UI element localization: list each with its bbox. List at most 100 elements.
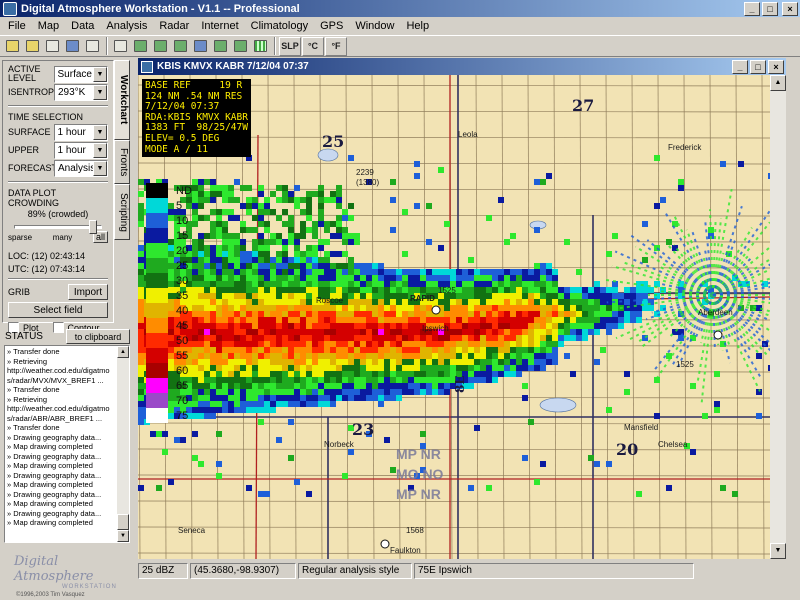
radar-pixel	[336, 323, 342, 329]
radar-pixel	[426, 383, 432, 389]
active-level-select[interactable]: Surface ▼	[53, 65, 108, 83]
copy-icon[interactable]	[83, 37, 102, 56]
radar-pixel	[366, 305, 372, 311]
tab-scripting[interactable]: Scripting	[114, 184, 130, 240]
radar-pixel	[222, 293, 228, 299]
tab-workchart[interactable]: Workchart	[114, 60, 130, 140]
radar-pixel	[594, 317, 600, 323]
status-scrollbar[interactable]: ▲ ▼	[117, 346, 129, 542]
close-button[interactable]: ×	[782, 1, 798, 16]
print-icon[interactable]	[43, 37, 62, 56]
radar-pixel	[276, 377, 282, 383]
radar-pixel	[486, 341, 492, 347]
new-icon[interactable]	[111, 37, 130, 56]
radar-pixel	[204, 305, 210, 311]
radar-pixel	[210, 335, 216, 341]
radar-pixel	[294, 383, 300, 389]
menu-internet[interactable]: Internet	[195, 20, 244, 32]
forecast-select[interactable]: Analysis ▼	[54, 159, 108, 177]
radar-pixel	[624, 317, 630, 323]
tab-fronts[interactable]: Fronts	[114, 140, 130, 184]
scroll-up-icon[interactable]: ▲	[770, 75, 786, 91]
menu-data[interactable]: Data	[65, 20, 100, 32]
scroll-down-icon[interactable]: ▼	[117, 530, 129, 542]
menu-analysis[interactable]: Analysis	[100, 20, 153, 32]
chevron-down-icon[interactable]: ▼	[93, 124, 107, 140]
radar-pixel	[306, 209, 312, 215]
grid-icon[interactable]	[251, 37, 270, 56]
radar-map[interactable]: 27 25 23 20 8E Leola Frederick Roscoe Ip…	[138, 75, 770, 559]
chevron-down-icon[interactable]: ▼	[93, 66, 107, 82]
menu-map[interactable]: Map	[32, 20, 65, 32]
open-icon[interactable]	[3, 37, 22, 56]
radar-pixel	[240, 203, 246, 209]
radar-pixel	[342, 329, 348, 335]
map-maximize-button[interactable]: □	[750, 59, 766, 74]
radar-pixel	[252, 257, 258, 263]
chevron-down-icon[interactable]: ▼	[93, 160, 107, 176]
celsius-button[interactable]: °C	[302, 36, 324, 56]
radar-pixel	[276, 401, 282, 407]
globe-icon[interactable]	[191, 37, 210, 56]
radar-pixel	[270, 383, 276, 389]
scroll-up-icon[interactable]: ▲	[117, 346, 129, 358]
chevron-down-icon[interactable]: ▼	[93, 84, 107, 100]
radar-pixel	[414, 317, 420, 323]
radar-pixel	[348, 377, 354, 383]
import-button[interactable]: Import	[68, 284, 108, 300]
radar-pixel	[528, 281, 534, 287]
radar-pixel	[402, 251, 408, 257]
map-scrollbar[interactable]: ▲ ▼	[770, 75, 786, 559]
menu-climatology[interactable]: Climatology	[245, 20, 314, 32]
menu-help[interactable]: Help	[400, 20, 435, 32]
radar-pixel	[348, 305, 354, 311]
crowding-slider-thumb[interactable]	[89, 220, 97, 234]
crowding-slider[interactable]	[14, 220, 102, 234]
scroll-down-icon[interactable]: ▼	[770, 543, 786, 559]
map-close-button[interactable]: ×	[768, 59, 784, 74]
radar-pixel	[264, 203, 270, 209]
radar-pixel	[216, 395, 222, 401]
menu-radar[interactable]: Radar	[153, 20, 195, 32]
isentrop-select[interactable]: 293°K ▼	[54, 83, 108, 101]
radar-pixel	[486, 281, 492, 287]
upper-select[interactable]: 1 hour ▼	[53, 141, 108, 159]
radar-pixel	[348, 257, 354, 263]
radar-pixel	[204, 197, 210, 203]
radar-pixel	[204, 191, 210, 197]
radar-pixel	[354, 311, 360, 317]
fahrenheit-button[interactable]: °F	[325, 36, 347, 56]
status-log[interactable]: » Transfer done» Retrieving http://weathe…	[4, 345, 130, 543]
to-clipboard-button[interactable]: to clipboard	[66, 329, 130, 344]
maximize-button[interactable]: □	[762, 1, 778, 16]
radar-pixel	[384, 383, 390, 389]
radar-pixel	[384, 347, 390, 353]
pencil-icon[interactable]	[131, 37, 150, 56]
zoom-in-icon[interactable]	[211, 37, 230, 56]
radar-pixel	[408, 311, 414, 317]
surface-select[interactable]: 1 hour ▼	[53, 123, 108, 141]
map-window-icon[interactable]	[141, 60, 153, 73]
satellite-icon[interactable]	[63, 37, 82, 56]
chart-icon[interactable]	[151, 37, 170, 56]
menu-gps[interactable]: GPS	[314, 20, 349, 32]
menu-file[interactable]: File	[2, 20, 32, 32]
chevron-down-icon[interactable]: ▼	[93, 142, 107, 158]
slp-button[interactable]: SLP	[279, 36, 301, 56]
folder-icon[interactable]	[23, 37, 42, 56]
radar-pixel	[342, 353, 348, 359]
minimize-button[interactable]: _	[744, 1, 760, 16]
radar-pixel	[270, 401, 276, 407]
select-field-button[interactable]: Select field	[8, 302, 108, 318]
zoom-region-icon[interactable]	[171, 37, 190, 56]
zoom-out-icon[interactable]	[231, 37, 250, 56]
map-minimize-button[interactable]: _	[732, 59, 748, 74]
radar-pixel	[714, 371, 720, 377]
radar-pixel	[420, 317, 426, 323]
scroll-thumb[interactable]	[117, 514, 129, 530]
radar-pixel	[642, 287, 648, 293]
app-icon[interactable]	[3, 1, 17, 16]
menu-window[interactable]: Window	[349, 20, 400, 32]
radar-pixel	[390, 317, 396, 323]
radar-pixel	[234, 377, 240, 383]
